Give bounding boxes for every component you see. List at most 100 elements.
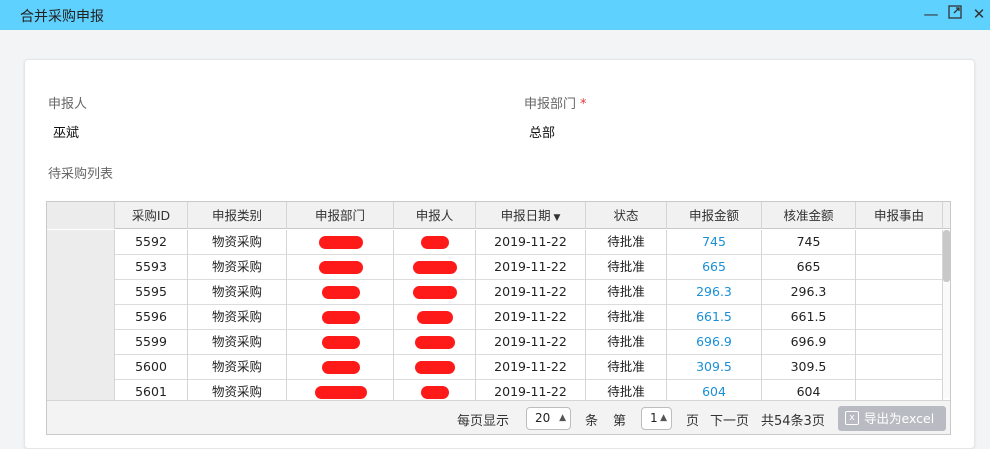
row-selector [47, 355, 115, 380]
column-header-redactB[interactable]: 申报人 [394, 202, 476, 229]
redaction-mark [421, 236, 449, 249]
redaction-mark [322, 361, 360, 374]
per-page-select[interactable]: 20 ▲ [526, 407, 571, 430]
grid-scrollbar[interactable] [943, 230, 950, 398]
per-page-unit: 条 [585, 414, 599, 429]
minimize-icon[interactable]: — [922, 5, 940, 23]
reason-cell [856, 230, 943, 255]
category-cell: 物资采购 [188, 230, 287, 255]
amount-cell[interactable]: 309.5 [667, 355, 762, 380]
applicant-cell-redacted [394, 330, 476, 355]
row-header-corner [47, 202, 115, 229]
column-header-reason[interactable]: 申报事由 [856, 202, 943, 229]
maximize-icon[interactable] [946, 5, 964, 23]
status-cell: 待批准 [586, 330, 667, 355]
date-cell: 2019-11-22 [476, 230, 586, 255]
approved-cell: 661.5 [762, 305, 856, 330]
column-header-amount[interactable]: 申报金额 [667, 202, 762, 229]
dept-cell-redacted [287, 280, 394, 305]
column-header-category[interactable]: 申报类别 [188, 202, 287, 229]
id-cell: 5595 [115, 280, 188, 305]
status-cell: 待批准 [586, 230, 667, 255]
column-header-date[interactable]: 申报日期 ▼ [476, 202, 586, 229]
approved-cell: 296.3 [762, 280, 856, 305]
redaction-mark [415, 336, 455, 349]
date-cell: 2019-11-22 [476, 330, 586, 355]
redaction-mark [421, 386, 449, 399]
redaction-mark [319, 261, 363, 274]
id-cell: 5592 [115, 230, 188, 255]
page-select[interactable]: 1 ▲ [641, 407, 672, 430]
redaction-mark [413, 286, 457, 299]
dept-cell-redacted [287, 330, 394, 355]
approved-cell: 745 [762, 230, 856, 255]
applicant-cell-redacted [394, 280, 476, 305]
row-selector [47, 305, 115, 330]
dept-cell-redacted [287, 255, 394, 280]
redaction-mark [322, 286, 360, 299]
date-cell: 2019-11-22 [476, 305, 586, 330]
applicant-cell-redacted [394, 305, 476, 330]
amount-cell[interactable]: 745 [667, 230, 762, 255]
window-title: 合并采购申报 [20, 9, 104, 25]
redaction-mark [319, 236, 363, 249]
column-header-id[interactable]: 采购ID [115, 202, 188, 229]
per-page-label: 每页显示 [457, 414, 510, 429]
column-header-status[interactable]: 状态 [586, 202, 667, 229]
sort-desc-icon[interactable]: ▼ [551, 213, 560, 223]
redaction-mark [315, 386, 367, 399]
id-cell: 5593 [115, 255, 188, 280]
date-cell: 2019-11-22 [476, 255, 586, 280]
date-cell: 2019-11-22 [476, 280, 586, 305]
amount-cell[interactable]: 296.3 [667, 280, 762, 305]
scrollbar-thumb[interactable] [943, 230, 950, 282]
grid-pager: 每页显示 20 ▲ 条 第 1 ▲ 页 下一页 共54条3页 x 导出为excel [47, 400, 950, 434]
amount-cell[interactable]: 665 [667, 255, 762, 280]
status-cell: 待批准 [586, 305, 667, 330]
required-marker: * [580, 97, 587, 112]
redaction-mark [413, 261, 457, 274]
category-cell: 物资采购 [188, 280, 287, 305]
status-cell: 待批准 [586, 280, 667, 305]
dept-label: 申报部门 * [524, 97, 587, 112]
amount-cell[interactable]: 696.9 [667, 330, 762, 355]
id-cell: 5599 [115, 330, 188, 355]
date-cell: 2019-11-22 [476, 355, 586, 380]
applicant-value: 巫斌 [53, 126, 80, 141]
close-icon[interactable]: ✕ [970, 5, 988, 23]
page-prefix: 第 [613, 414, 627, 429]
pager-summary: 共54条3页 [761, 414, 825, 429]
category-cell: 物资采购 [188, 330, 287, 355]
applicant-cell-redacted [394, 230, 476, 255]
row-selector [47, 330, 115, 355]
reason-cell [856, 330, 943, 355]
reason-cell [856, 355, 943, 380]
export-excel-button[interactable]: x 导出为excel [838, 406, 946, 431]
reason-cell [856, 280, 943, 305]
approved-cell: 309.5 [762, 355, 856, 380]
status-cell: 待批准 [586, 255, 667, 280]
export-label: 导出为excel [864, 411, 935, 426]
grid-header: 采购ID 申报类别 申报部门 申报人 申报日期 ▼ 状态 申报金额 核准金额 申报事由 [47, 202, 950, 229]
reason-cell [856, 305, 943, 330]
category-cell: 物资采购 [188, 255, 287, 280]
excel-icon: x [845, 411, 859, 425]
applicant-label: 申报人 [48, 97, 88, 112]
applicant-cell-redacted [394, 255, 476, 280]
row-selector [47, 230, 115, 255]
approved-cell: 696.9 [762, 330, 856, 355]
stepper-icon: ▲ [660, 413, 667, 423]
dept-value: 总部 [529, 126, 556, 141]
amount-cell[interactable]: 661.5 [667, 305, 762, 330]
category-cell: 物资采购 [188, 355, 287, 380]
purchase-grid: 采购ID 申报类别 申报部门 申报人 申报日期 ▼ 状态 申报金额 核准金额 申报事由 5592… [46, 201, 951, 435]
next-page-link[interactable]: 下一页 [710, 410, 749, 429]
redaction-mark [322, 311, 360, 324]
column-header-redactA[interactable]: 申报部门 [287, 202, 394, 229]
stepper-icon: ▲ [559, 413, 566, 423]
column-header-approved[interactable]: 核准金额 [762, 202, 856, 229]
dept-cell-redacted [287, 305, 394, 330]
redaction-mark [322, 336, 360, 349]
approved-cell: 665 [762, 255, 856, 280]
list-title: 待采购列表 [48, 167, 114, 182]
